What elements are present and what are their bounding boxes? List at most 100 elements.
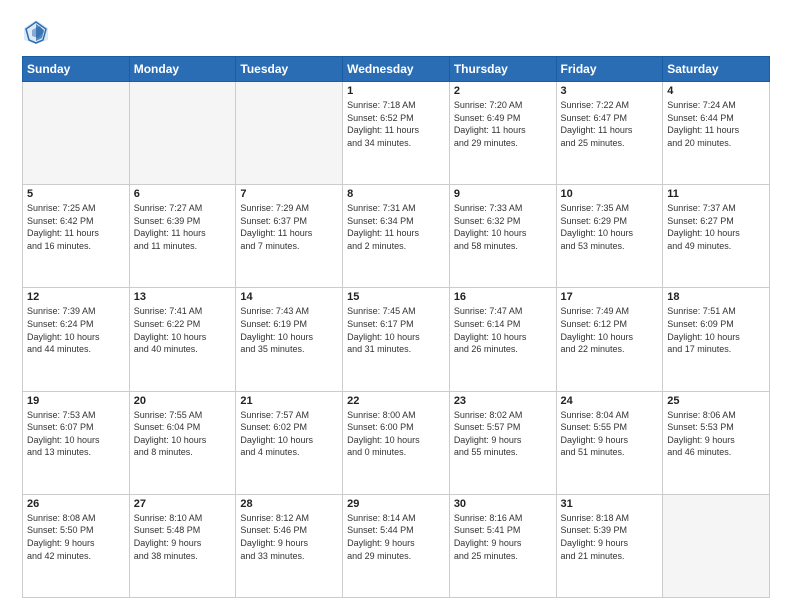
day-info: Sunrise: 7:24 AM Sunset: 6:44 PM Dayligh… — [667, 99, 765, 149]
calendar: SundayMondayTuesdayWednesdayThursdayFrid… — [22, 56, 770, 598]
day-number: 21 — [240, 395, 338, 407]
day-cell — [663, 494, 770, 597]
day-cell: 21Sunrise: 7:57 AM Sunset: 6:02 PM Dayli… — [236, 391, 343, 494]
logo — [22, 18, 54, 46]
day-cell — [236, 82, 343, 185]
day-info: Sunrise: 7:41 AM Sunset: 6:22 PM Dayligh… — [134, 305, 232, 355]
day-header-tuesday: Tuesday — [236, 57, 343, 82]
day-number: 12 — [27, 291, 125, 303]
day-cell: 29 Sunrise: 8:14 AM Sunset: 5:44 PM Dayli… — [343, 494, 450, 597]
day-header-wednesday: Wednesday — [343, 57, 450, 82]
day-number: 2 — [454, 85, 552, 97]
day-cell: 2 Sunrise: 7:20 AM Sunset: 6:49 PM Daylig… — [449, 82, 556, 185]
day-number: 24 — [561, 395, 659, 407]
day-header-sunday: Sunday — [23, 57, 130, 82]
day-number: 25 — [667, 395, 765, 407]
day-number: 11 — [667, 188, 765, 200]
day-info: Sunrise: 7:20 AM Sunset: 6:49 PM Dayligh… — [454, 99, 552, 149]
day-cell: 8Sunrise: 7:31 AM Sunset: 6:34 PM Daylig… — [343, 185, 450, 288]
day-cell: 24 Sunrise: 8:04 AM Sunset: 5:55 PM Dayli… — [556, 391, 663, 494]
day-header-saturday: Saturday — [663, 57, 770, 82]
day-number: 23 — [454, 395, 552, 407]
day-number: 26 — [27, 498, 125, 510]
day-info: Sunrise: 8:08 AM Sunset: 5:50 PM Dayligh… — [27, 512, 125, 562]
logo-icon — [22, 18, 50, 46]
day-info: Sunrise: 7:35 AM Sunset: 6:29 PM Dayligh… — [561, 202, 659, 252]
day-info: Sunrise: 8:12 AM Sunset: 5:46 PM Dayligh… — [240, 512, 338, 562]
day-number: 28 — [240, 498, 338, 510]
day-info: Sunrise: 7:27 AM Sunset: 6:39 PM Dayligh… — [134, 202, 232, 252]
day-info: Sunrise: 7:51 AM Sunset: 6:09 PM Dayligh… — [667, 305, 765, 355]
day-info: Sunrise: 8:04 AM Sunset: 5:55 PM Dayligh… — [561, 409, 659, 459]
day-info: Sunrise: 8:02 AM Sunset: 5:57 PM Dayligh… — [454, 409, 552, 459]
day-number: 15 — [347, 291, 445, 303]
day-cell: 14Sunrise: 7:43 AM Sunset: 6:19 PM Dayli… — [236, 288, 343, 391]
day-cell: 5 Sunrise: 7:25 AM Sunset: 6:42 PM Daylig… — [23, 185, 130, 288]
week-row-3: 19 Sunrise: 7:53 AM Sunset: 6:07 PM Dayli… — [23, 391, 770, 494]
week-row-0: 1 Sunrise: 7:18 AM Sunset: 6:52 PM Daylig… — [23, 82, 770, 185]
day-cell: 1 Sunrise: 7:18 AM Sunset: 6:52 PM Daylig… — [343, 82, 450, 185]
day-cell: 20 Sunrise: 7:55 AM Sunset: 6:04 PM Dayli… — [129, 391, 236, 494]
day-number: 29 — [347, 498, 445, 510]
day-header-friday: Friday — [556, 57, 663, 82]
day-info: Sunrise: 7:22 AM Sunset: 6:47 PM Dayligh… — [561, 99, 659, 149]
day-cell: 28 Sunrise: 8:12 AM Sunset: 5:46 PM Dayli… — [236, 494, 343, 597]
day-cell: 10 Sunrise: 7:35 AM Sunset: 6:29 PM Dayli… — [556, 185, 663, 288]
day-number: 13 — [134, 291, 232, 303]
day-number: 4 — [667, 85, 765, 97]
page: SundayMondayTuesdayWednesdayThursdayFrid… — [0, 0, 792, 612]
day-info: Sunrise: 7:33 AM Sunset: 6:32 PM Dayligh… — [454, 202, 552, 252]
day-info: Sunrise: 8:06 AM Sunset: 5:53 PM Dayligh… — [667, 409, 765, 459]
day-cell: 31Sunrise: 8:18 AM Sunset: 5:39 PM Dayli… — [556, 494, 663, 597]
day-number: 18 — [667, 291, 765, 303]
day-info: Sunrise: 8:10 AM Sunset: 5:48 PM Dayligh… — [134, 512, 232, 562]
day-cell: 3 Sunrise: 7:22 AM Sunset: 6:47 PM Daylig… — [556, 82, 663, 185]
day-number: 16 — [454, 291, 552, 303]
day-number: 6 — [134, 188, 232, 200]
day-number: 10 — [561, 188, 659, 200]
day-info: Sunrise: 7:55 AM Sunset: 6:04 PM Dayligh… — [134, 409, 232, 459]
day-info: Sunrise: 7:43 AM Sunset: 6:19 PM Dayligh… — [240, 305, 338, 355]
day-info: Sunrise: 7:45 AM Sunset: 6:17 PM Dayligh… — [347, 305, 445, 355]
day-number: 22 — [347, 395, 445, 407]
day-number: 20 — [134, 395, 232, 407]
day-number: 30 — [454, 498, 552, 510]
day-cell: 26 Sunrise: 8:08 AM Sunset: 5:50 PM Dayli… — [23, 494, 130, 597]
day-cell: 30Sunrise: 8:16 AM Sunset: 5:41 PM Dayli… — [449, 494, 556, 597]
day-info: Sunrise: 7:39 AM Sunset: 6:24 PM Dayligh… — [27, 305, 125, 355]
day-cell: 6 Sunrise: 7:27 AM Sunset: 6:39 PM Daylig… — [129, 185, 236, 288]
day-number: 9 — [454, 188, 552, 200]
day-cell: 12 Sunrise: 7:39 AM Sunset: 6:24 PM Dayli… — [23, 288, 130, 391]
day-number: 27 — [134, 498, 232, 510]
day-cell: 11 Sunrise: 7:37 AM Sunset: 6:27 PM Dayli… — [663, 185, 770, 288]
day-info: Sunrise: 7:53 AM Sunset: 6:07 PM Dayligh… — [27, 409, 125, 459]
day-cell: 4 Sunrise: 7:24 AM Sunset: 6:44 PM Daylig… — [663, 82, 770, 185]
day-number: 19 — [27, 395, 125, 407]
day-info: Sunrise: 7:31 AM Sunset: 6:34 PM Dayligh… — [347, 202, 445, 252]
day-cell: 25 Sunrise: 8:06 AM Sunset: 5:53 PM Dayli… — [663, 391, 770, 494]
day-number: 1 — [347, 85, 445, 97]
day-number: 3 — [561, 85, 659, 97]
day-cell: 13 Sunrise: 7:41 AM Sunset: 6:22 PM Dayli… — [129, 288, 236, 391]
day-info: Sunrise: 7:25 AM Sunset: 6:42 PM Dayligh… — [27, 202, 125, 252]
day-info: Sunrise: 7:29 AM Sunset: 6:37 PM Dayligh… — [240, 202, 338, 252]
day-info: Sunrise: 8:14 AM Sunset: 5:44 PM Dayligh… — [347, 512, 445, 562]
day-info: Sunrise: 7:18 AM Sunset: 6:52 PM Dayligh… — [347, 99, 445, 149]
day-cell: 17Sunrise: 7:49 AM Sunset: 6:12 PM Dayli… — [556, 288, 663, 391]
day-info: Sunrise: 7:37 AM Sunset: 6:27 PM Dayligh… — [667, 202, 765, 252]
day-cell: 27 Sunrise: 8:10 AM Sunset: 5:48 PM Dayli… — [129, 494, 236, 597]
day-cell: 7 Sunrise: 7:29 AM Sunset: 6:37 PM Daylig… — [236, 185, 343, 288]
day-cell: 22 Sunrise: 8:00 AM Sunset: 6:00 PM Dayli… — [343, 391, 450, 494]
day-number: 7 — [240, 188, 338, 200]
day-cell: 9 Sunrise: 7:33 AM Sunset: 6:32 PM Daylig… — [449, 185, 556, 288]
day-cell: 23 Sunrise: 8:02 AM Sunset: 5:57 PM Dayli… — [449, 391, 556, 494]
day-cell: 19 Sunrise: 7:53 AM Sunset: 6:07 PM Dayli… — [23, 391, 130, 494]
day-cell: 15 Sunrise: 7:45 AM Sunset: 6:17 PM Dayli… — [343, 288, 450, 391]
day-info: Sunrise: 8:00 AM Sunset: 6:00 PM Dayligh… — [347, 409, 445, 459]
day-number: 5 — [27, 188, 125, 200]
day-header-thursday: Thursday — [449, 57, 556, 82]
day-cell — [23, 82, 130, 185]
calendar-header-row: SundayMondayTuesdayWednesdayThursdayFrid… — [23, 57, 770, 82]
day-number: 17 — [561, 291, 659, 303]
day-cell: 16Sunrise: 7:47 AM Sunset: 6:14 PM Dayli… — [449, 288, 556, 391]
